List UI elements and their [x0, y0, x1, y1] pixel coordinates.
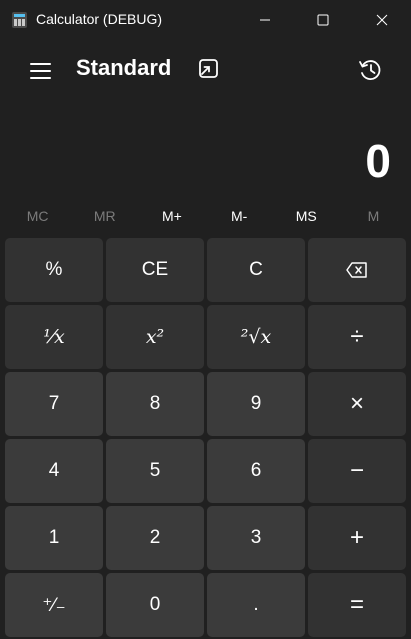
memory-store-button[interactable]: MS [273, 202, 340, 230]
hamburger-line [30, 77, 51, 79]
minimize-icon [260, 19, 270, 21]
result-display: 0 [365, 135, 391, 187]
hamburger-menu-icon [30, 63, 51, 65]
hamburger-menu-button[interactable] [26, 56, 56, 84]
multiply-button[interactable]: × [308, 372, 406, 436]
calculator-app-icon [12, 12, 27, 28]
memory-subtract-button[interactable]: M- [206, 202, 273, 230]
window-title: Calculator (DEBUG) [36, 11, 163, 27]
digit-9-button[interactable]: 9 [207, 372, 305, 436]
digit-0-button[interactable]: 0 [106, 573, 204, 637]
divide-button[interactable]: ÷ [308, 305, 406, 369]
hamburger-line [30, 70, 51, 72]
memory-row: MC MR M+ M- MS M [4, 202, 407, 230]
square-root-button[interactable]: ²√x [207, 305, 305, 369]
keypad: % CE C ¹⁄x x² ²√x ÷ 7 8 9 × 4 5 6 − 1 2 … [5, 238, 406, 637]
keep-on-top-button[interactable] [196, 57, 224, 83]
memory-clear-button[interactable]: MC [4, 202, 71, 230]
memory-add-button[interactable]: M+ [138, 202, 205, 230]
close-button[interactable] [353, 0, 411, 40]
negate-button[interactable]: ⁺⁄₋ [5, 573, 103, 637]
digit-3-button[interactable]: 3 [207, 506, 305, 570]
memory-recall-button[interactable]: MR [71, 202, 138, 230]
square-button[interactable]: x² [106, 305, 204, 369]
mode-title: Standard [76, 55, 172, 80]
app-header: Standard [0, 46, 411, 94]
digit-5-button[interactable]: 5 [106, 439, 204, 503]
digit-8-button[interactable]: 8 [106, 372, 204, 436]
history-button[interactable] [356, 57, 386, 83]
keep-on-top-icon [199, 59, 218, 78]
minimize-button[interactable] [236, 0, 294, 40]
decimal-button[interactable]: . [207, 573, 305, 637]
reciprocal-button[interactable]: ¹⁄x [5, 305, 103, 369]
percent-button[interactable]: % [5, 238, 103, 302]
memory-list-button[interactable]: M [340, 202, 407, 230]
equals-button[interactable]: = [308, 573, 406, 637]
history-icon [359, 60, 381, 80]
close-icon [376, 14, 388, 26]
digit-4-button[interactable]: 4 [5, 439, 103, 503]
subtract-button[interactable]: − [308, 439, 406, 503]
backspace-icon [346, 262, 367, 278]
maximize-icon [317, 14, 329, 26]
digit-7-button[interactable]: 7 [5, 372, 103, 436]
maximize-button[interactable] [294, 0, 352, 40]
clear-button[interactable]: C [207, 238, 305, 302]
add-button[interactable]: + [308, 506, 406, 570]
backspace-button[interactable] [308, 238, 406, 302]
digit-1-button[interactable]: 1 [5, 506, 103, 570]
digit-2-button[interactable]: 2 [106, 506, 204, 570]
clear-entry-button[interactable]: CE [106, 238, 204, 302]
digit-6-button[interactable]: 6 [207, 439, 305, 503]
title-bar: Calculator (DEBUG) [0, 0, 411, 40]
